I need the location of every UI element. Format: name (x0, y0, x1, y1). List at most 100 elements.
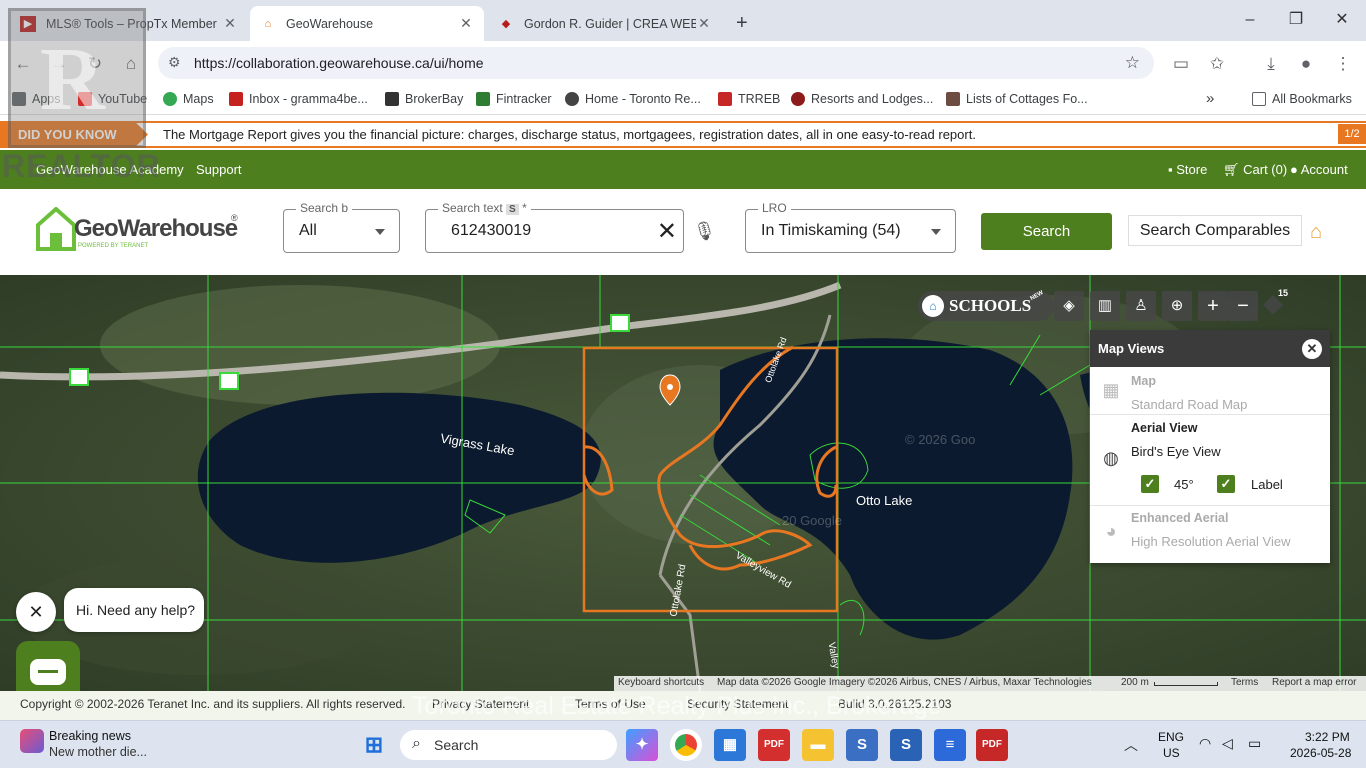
volume-icon[interactable]: ◁ (1222, 735, 1233, 752)
geowarehouse-logo[interactable]: GeoWarehouse ® POWERED BY TERANET (36, 207, 246, 257)
tab-geowarehouse[interactable]: ⌂ GeoWarehouse ✕ (250, 6, 484, 41)
pdf-app-2-icon[interactable]: PDF (976, 729, 1008, 761)
did-you-know-pager[interactable]: 1/2 (1338, 124, 1366, 144)
bookmark-fintracker[interactable]: Fintracker (476, 92, 552, 106)
minimize-button[interactable]: – (1228, 8, 1272, 32)
map-views-icon[interactable]: ▥ (1090, 291, 1120, 321)
cast-icon[interactable]: ▭ (1168, 51, 1194, 77)
bookmark-resorts[interactable]: Resorts and Lodges... (791, 92, 933, 106)
favorites-icon[interactable]: ✩ (1204, 51, 1230, 77)
new-tab-button[interactable]: + (726, 6, 754, 41)
account-label: Account (1300, 162, 1348, 177)
bookmark-star-icon[interactable]: ☆ (1125, 53, 1140, 73)
map-views-title: Map Views (1098, 341, 1165, 356)
pdf-app-icon[interactable]: PDF (758, 729, 790, 761)
search-button[interactable]: Search (981, 213, 1112, 250)
academy-link[interactable]: GeoWarehouse Academy (36, 162, 184, 177)
clock-time[interactable]: 3:22 PM (1305, 730, 1350, 744)
profile-avatar[interactable]: ● (1293, 51, 1319, 77)
account-link[interactable]: ● Account (1290, 162, 1348, 177)
copilot-icon[interactable]: ✦ (626, 729, 658, 761)
locate-icon[interactable]: ⊕ (1162, 291, 1192, 321)
tab-mls-tools[interactable]: ▶ MLS® Tools – PropTx Member ✕ (10, 6, 248, 41)
tab-close-icon[interactable]: ✕ (222, 15, 238, 32)
site-info-icon[interactable]: ⚙ (168, 54, 181, 71)
close-icon[interactable]: ✕ (1302, 339, 1322, 359)
maximize-button[interactable]: ❐ (1274, 8, 1318, 32)
bookmark-apps[interactable]: Apps (12, 92, 61, 106)
chevron-up-icon[interactable]: ︿ (1124, 735, 1138, 755)
tab-crea-webforms[interactable]: ◆ Gordon R. Guider | CREA WEBF ✕ (488, 6, 722, 41)
tab-favicon-icon: ▶ (20, 15, 36, 32)
bookmark-brokerbay[interactable]: BrokerBay (385, 92, 463, 106)
notepad-icon[interactable]: ≡ (934, 729, 966, 761)
comparables-house-icon[interactable]: ⌂ (1310, 221, 1322, 244)
search-comparables-button[interactable]: Search Comparables (1128, 215, 1302, 246)
language-indicator[interactable]: ENG (1158, 730, 1184, 744)
wifi-icon[interactable]: ◠ (1199, 735, 1211, 752)
battery-icon[interactable]: ▭ (1248, 735, 1261, 752)
clear-icon[interactable]: ✕ (657, 217, 677, 246)
brokerbay-icon (385, 92, 399, 106)
map-view-option-enhanced[interactable]: ◕ Enhanced Aerial High Resolution Aerial… (1090, 506, 1330, 562)
zoom-in-icon[interactable]: + (1198, 291, 1228, 321)
chat-close-button[interactable]: ✕ (16, 592, 56, 632)
address-bar[interactable]: ⚙ https://collaboration.geowarehouse.ca/… (158, 47, 1154, 79)
schools-button[interactable]: ⌂ SCHOOLS NEW (918, 290, 1054, 321)
bookmark-trreb[interactable]: TRREB (718, 92, 780, 106)
clock-date[interactable]: 2026-05-28 (1290, 746, 1351, 760)
zoom-out-icon[interactable]: − (1228, 291, 1258, 321)
windows-start-icon[interactable]: ⊞ (358, 729, 390, 761)
terms-link[interactable]: Terms (1231, 677, 1258, 688)
bookmark-youtube[interactable]: YouTube (78, 92, 147, 106)
tab-close-icon[interactable]: ✕ (696, 15, 712, 32)
support-link[interactable]: Support (196, 162, 242, 177)
all-bookmarks[interactable]: All Bookmarks (1252, 92, 1352, 106)
news-title[interactable]: Breaking news (49, 729, 131, 743)
region-indicator[interactable]: US (1163, 746, 1180, 760)
app-s2-icon[interactable]: S (890, 729, 922, 761)
bookmark-label: Lists of Cottages Fo... (966, 92, 1088, 106)
news-subtitle[interactable]: New mother die... (49, 745, 147, 759)
store-link[interactable]: ▪ Store (1168, 162, 1207, 177)
house-logo-icon (36, 207, 76, 251)
search-text-field[interactable]: Search text S * 612430019 ✕ (425, 201, 684, 253)
did-you-know-text[interactable]: The Mortgage Report gives you the financ… (163, 127, 976, 142)
menu-kebab-icon[interactable]: ⋮ (1330, 51, 1356, 77)
forward-arrow-icon[interactable]: → (46, 51, 72, 77)
back-arrow-icon[interactable]: ← (10, 51, 36, 77)
search-header: GeoWarehouse ® POWERED BY TERANET Search… (0, 189, 1366, 275)
lro-select[interactable]: LRO In Timiskaming (54) (745, 201, 956, 253)
news-widget-icon[interactable] (20, 729, 44, 753)
store-icon[interactable]: ▦ (714, 729, 746, 761)
file-explorer-icon[interactable]: ▬ (802, 729, 834, 761)
checkbox-45-degree[interactable]: ✓ (1141, 475, 1159, 493)
search-by-select[interactable]: Search b All (283, 201, 400, 253)
bookmark-cottages[interactable]: Lists of Cottages Fo... (946, 92, 1088, 106)
home-icon[interactable]: ⌂ (118, 51, 144, 77)
chat-greeting-bubble[interactable]: Hi. Need any help? (64, 588, 204, 632)
map-view-option-map[interactable]: ▦ Map Standard Road Map (1090, 367, 1330, 415)
checkbox-label[interactable]: ✓ (1217, 475, 1235, 493)
browser-tab-strip: ▶ MLS® Tools – PropTx Member ✕ ⌂ GeoWare… (0, 0, 1366, 41)
bookmark-maps[interactable]: Maps (163, 92, 214, 106)
close-window-button[interactable]: ✕ (1320, 8, 1364, 32)
download-icon[interactable]: ⤓ (1258, 51, 1284, 77)
cart-link[interactable]: 🛒︎ Cart (0) (1223, 162, 1287, 178)
bookmarks-overflow-button[interactable]: » (1206, 90, 1214, 107)
layers-icon[interactable]: ◈ (1054, 291, 1084, 321)
tab-close-icon[interactable]: ✕ (458, 15, 474, 32)
reload-icon[interactable]: ↻ (82, 51, 108, 77)
report-map-error-link[interactable]: Report a map error (1272, 677, 1356, 688)
bookmark-home-toronto[interactable]: Home - Toronto Re... (565, 92, 701, 106)
app-s-icon[interactable]: S (846, 729, 878, 761)
bookmark-inbox[interactable]: Inbox - gramma4be... (229, 92, 368, 106)
keyboard-shortcuts-link[interactable]: Keyboard shortcuts (618, 677, 704, 688)
taskbar-search[interactable]: ⌕ Search (400, 730, 617, 760)
map-view-option-aerial[interactable]: ◍ Aerial View Bird's Eye View ✓ 45° ✓ La… (1090, 415, 1330, 506)
chrome-icon[interactable] (670, 729, 702, 761)
chat-bubble-line (38, 670, 58, 673)
street-view-pegman-icon[interactable]: ♙ (1126, 291, 1156, 321)
apps-grid-icon (12, 92, 26, 106)
mic-off-icon[interactable]: 🎙︎ (693, 221, 716, 242)
